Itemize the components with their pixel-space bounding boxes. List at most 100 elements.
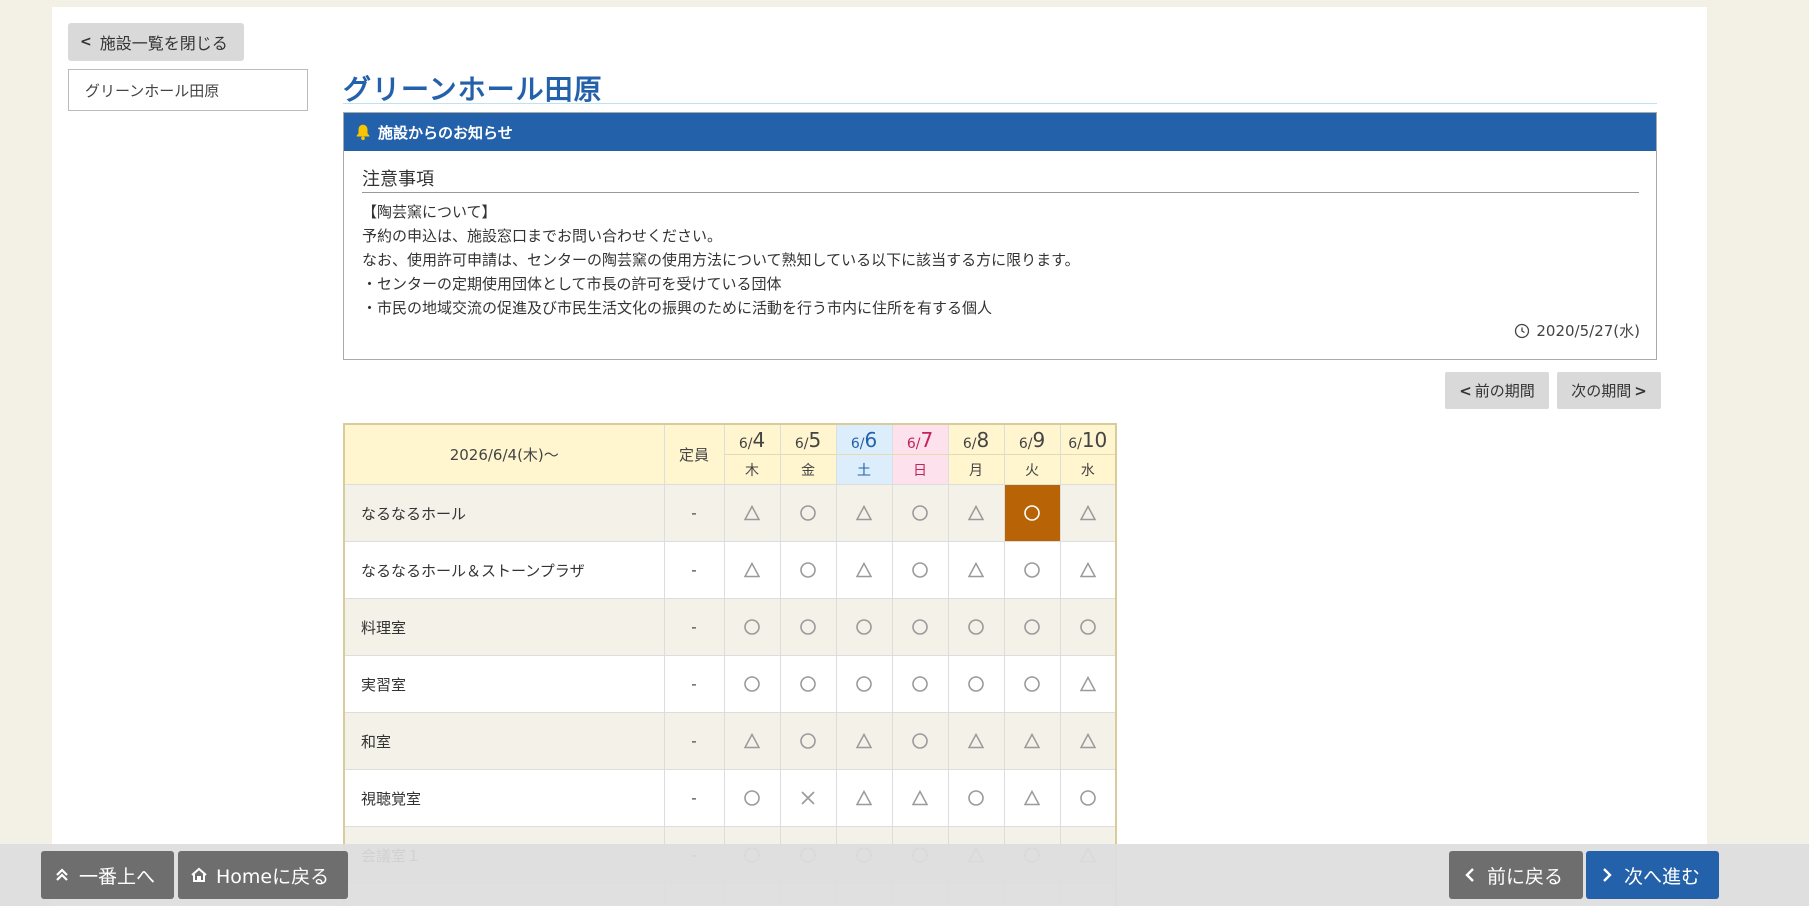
available-icon (744, 790, 760, 807)
availability-cell[interactable] (835, 712, 893, 770)
availability-cell[interactable] (891, 541, 949, 599)
availability-cell[interactable] (1003, 598, 1061, 656)
availability-cell[interactable] (1003, 484, 1061, 542)
partial-available-icon (743, 733, 761, 749)
available-icon (744, 619, 760, 636)
availability-cell[interactable] (947, 484, 1005, 542)
home-label: Homeに戻る (216, 865, 330, 888)
next-button[interactable]: 次へ進む (1586, 851, 1719, 899)
day-number: 10 (1081, 428, 1108, 452)
availability-cell[interactable] (947, 769, 1005, 827)
table-row: 実習室 - (343, 655, 1117, 713)
availability-cell[interactable] (723, 712, 781, 770)
availability-cell[interactable] (779, 541, 837, 599)
day-number: 6 (864, 428, 878, 452)
day-number: 5 (808, 428, 822, 452)
prev-period-button[interactable]: < 前の期間 (1445, 372, 1549, 409)
partial-available-icon (1079, 733, 1097, 749)
day-weekday: 木 (745, 462, 759, 479)
back-label: 前に戻る (1487, 865, 1564, 888)
availability-cell[interactable] (1059, 484, 1117, 542)
table-row: 視聴覚室 - (343, 769, 1117, 827)
notice-date: 2020/5/27(水) (1514, 320, 1640, 341)
notice-line: なお、使用許可申請は、センターの陶芸窯の使用方法について熟知している以下に該当す… (362, 251, 1080, 269)
availability-cell[interactable] (891, 484, 949, 542)
availability-cell[interactable] (835, 484, 893, 542)
availability-cell[interactable] (947, 541, 1005, 599)
next-period-label: 次の期間 (1571, 382, 1632, 400)
available-icon (912, 676, 928, 693)
notice-header-label: 施設からのお知らせ (378, 123, 513, 142)
available-icon (800, 733, 816, 750)
availability-cell[interactable] (947, 598, 1005, 656)
partial-available-icon (911, 790, 929, 806)
day-header: 6/10 水 (1059, 423, 1117, 485)
availability-cell[interactable] (891, 712, 949, 770)
available-icon (744, 676, 760, 693)
day-weekday: 日 (913, 462, 927, 479)
availability-cell[interactable] (723, 769, 781, 827)
day-date: 6/9 (1004, 425, 1060, 455)
availability-cell[interactable] (723, 484, 781, 542)
availability-cell[interactable] (1059, 769, 1117, 827)
availability-cell[interactable] (723, 598, 781, 656)
back-button[interactable]: 前に戻る (1449, 851, 1583, 899)
availability-cell[interactable] (835, 655, 893, 713)
day-weekday: 月 (969, 462, 983, 479)
availability-cell[interactable] (1059, 541, 1117, 599)
availability-cell[interactable] (723, 655, 781, 713)
availability-cell[interactable] (1003, 655, 1061, 713)
availability-cell[interactable] (779, 598, 837, 656)
double-chevron-up-icon (56, 868, 68, 881)
availability-cell[interactable] (1003, 712, 1061, 770)
availability-cell[interactable] (891, 655, 949, 713)
availability-cell[interactable] (1003, 541, 1061, 599)
room-name: なるなるホール＆ストーンプラザ (343, 541, 665, 599)
partial-available-icon (743, 505, 761, 521)
availability-cell[interactable] (891, 598, 949, 656)
date-range-header: 2026/6/4(木)～ (343, 423, 665, 485)
partial-available-icon (855, 562, 873, 578)
availability-cell[interactable] (779, 655, 837, 713)
day-number: 8 (976, 428, 990, 452)
next-period-button[interactable]: 次の期間 > (1557, 372, 1661, 409)
availability-cell[interactable] (723, 541, 781, 599)
home-button[interactable]: Homeに戻る (178, 851, 348, 899)
availability-cell[interactable] (835, 598, 893, 656)
availability-cell[interactable] (1059, 712, 1117, 770)
capacity-header: 定員 (663, 423, 725, 485)
notice-panel: 施設からのお知らせ 注意事項 【陶芸窯について】 予約の申込は、施設窓口までお問… (343, 112, 1657, 360)
availability-cell[interactable] (779, 484, 837, 542)
day-header: 6/7 日 (891, 423, 949, 485)
chevron-left-icon (1465, 868, 1474, 882)
availability-cell[interactable] (1003, 769, 1061, 827)
partial-available-icon (855, 790, 873, 806)
day-date: 6/8 (948, 425, 1004, 455)
availability-cell[interactable] (947, 712, 1005, 770)
availability-cell[interactable] (891, 769, 949, 827)
bell-icon (356, 124, 370, 141)
day-month: 6/ (738, 436, 753, 452)
close-facility-list-button[interactable]: < 施設一覧を閉じる (68, 23, 244, 61)
available-icon (968, 676, 984, 693)
availability-cell[interactable] (1059, 598, 1117, 656)
notice-line: ・市民の地域交流の促進及び市民生活文化の振興のために活動を行う市内に住所を有する… (362, 299, 993, 317)
notice-line: 【陶芸窯について】 (362, 203, 497, 221)
day-month: 6/ (850, 436, 865, 452)
available-icon (1079, 790, 1096, 807)
availability-cell[interactable] (835, 769, 893, 827)
available-icon (1079, 619, 1096, 636)
sidebar-item-facility[interactable]: グリーンホール田原 (68, 69, 308, 111)
availability-cell[interactable] (779, 712, 837, 770)
room-name: 和室 (343, 712, 665, 770)
availability-cell[interactable] (835, 541, 893, 599)
available-icon (968, 619, 984, 636)
availability-cell[interactable] (947, 655, 1005, 713)
partial-available-icon (967, 562, 985, 578)
notice-date-text: 2020/5/27(水) (1536, 322, 1640, 340)
availability-cell[interactable] (1059, 655, 1117, 713)
room-capacity: - (663, 655, 725, 713)
available-icon (1024, 562, 1040, 579)
availability-cell[interactable] (779, 769, 837, 827)
scroll-top-button[interactable]: 一番上へ (41, 851, 174, 899)
